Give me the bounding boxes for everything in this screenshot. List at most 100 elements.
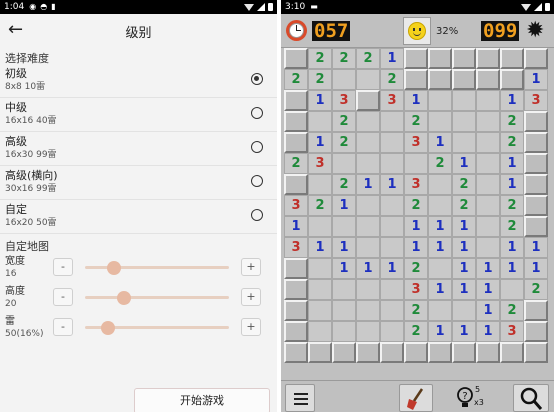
open-cell[interactable]: 1 (452, 153, 476, 174)
open-cell[interactable] (308, 300, 332, 321)
open-cell[interactable]: 2 (500, 111, 524, 132)
open-cell[interactable] (428, 300, 452, 321)
open-cell[interactable] (356, 69, 380, 90)
closed-cell[interactable] (428, 69, 452, 90)
open-cell[interactable]: 2 (500, 300, 524, 321)
open-cell[interactable]: 1 (332, 258, 356, 279)
open-cell[interactable]: 1 (524, 237, 548, 258)
closed-cell[interactable] (524, 216, 548, 237)
decrease-button[interactable]: - (53, 258, 73, 276)
open-cell[interactable] (476, 174, 500, 195)
minefield-grid[interactable]: 2221222113311322212312232112113213212221… (284, 48, 548, 363)
open-cell[interactable] (356, 195, 380, 216)
open-cell[interactable] (332, 300, 356, 321)
open-cell[interactable]: 3 (404, 132, 428, 153)
closed-cell[interactable] (284, 300, 308, 321)
search-button[interactable] (513, 384, 549, 412)
open-cell[interactable]: 2 (452, 174, 476, 195)
slider-thumb[interactable] (106, 261, 121, 275)
open-cell[interactable] (476, 111, 500, 132)
smiley-reset-button[interactable] (403, 17, 431, 45)
radio-button[interactable] (251, 175, 263, 187)
open-cell[interactable]: 1 (524, 258, 548, 279)
open-cell[interactable] (332, 216, 356, 237)
open-cell[interactable]: 2 (308, 48, 332, 69)
open-cell[interactable] (380, 300, 404, 321)
open-cell[interactable]: 1 (356, 174, 380, 195)
open-cell[interactable]: 1 (428, 321, 452, 342)
open-cell[interactable] (356, 111, 380, 132)
open-cell[interactable] (452, 300, 476, 321)
open-cell[interactable] (476, 216, 500, 237)
open-cell[interactable]: 2 (332, 48, 356, 69)
closed-cell[interactable] (404, 69, 428, 90)
closed-cell[interactable] (332, 342, 356, 363)
closed-cell[interactable] (284, 132, 308, 153)
closed-cell[interactable] (500, 48, 524, 69)
open-cell[interactable] (356, 279, 380, 300)
closed-cell[interactable] (476, 69, 500, 90)
open-cell[interactable] (380, 237, 404, 258)
open-cell[interactable] (380, 279, 404, 300)
open-cell[interactable]: 3 (332, 90, 356, 111)
open-cell[interactable] (308, 279, 332, 300)
closed-cell[interactable] (524, 321, 548, 342)
open-cell[interactable]: 1 (380, 258, 404, 279)
closed-cell[interactable] (500, 342, 524, 363)
open-cell[interactable]: 2 (404, 321, 428, 342)
open-cell[interactable]: 1 (500, 174, 524, 195)
difficulty-option[interactable]: 自定 16x20 50雷 (0, 200, 277, 234)
open-cell[interactable] (380, 132, 404, 153)
open-cell[interactable] (452, 111, 476, 132)
radio-button[interactable] (251, 107, 263, 119)
radio-button[interactable] (251, 209, 263, 221)
open-cell[interactable]: 3 (404, 279, 428, 300)
open-cell[interactable] (452, 90, 476, 111)
open-cell[interactable] (308, 321, 332, 342)
closed-cell[interactable] (500, 69, 524, 90)
open-cell[interactable]: 1 (356, 258, 380, 279)
closed-cell[interactable] (284, 48, 308, 69)
open-cell[interactable] (356, 300, 380, 321)
open-cell[interactable] (332, 279, 356, 300)
open-cell[interactable]: 3 (404, 174, 428, 195)
closed-cell[interactable] (284, 279, 308, 300)
open-cell[interactable] (500, 279, 524, 300)
closed-cell[interactable] (524, 48, 548, 69)
open-cell[interactable] (476, 153, 500, 174)
open-cell[interactable]: 2 (308, 195, 332, 216)
open-cell[interactable] (380, 195, 404, 216)
closed-cell[interactable] (404, 342, 428, 363)
open-cell[interactable]: 1 (452, 237, 476, 258)
hint-button[interactable]: ? 5 x3 (453, 384, 487, 412)
slider-thumb[interactable] (116, 291, 131, 305)
open-cell[interactable]: 1 (428, 216, 452, 237)
open-cell[interactable] (356, 321, 380, 342)
open-cell[interactable] (476, 132, 500, 153)
closed-cell[interactable] (524, 195, 548, 216)
closed-cell[interactable] (284, 342, 308, 363)
open-cell[interactable]: 1 (404, 237, 428, 258)
closed-cell[interactable] (476, 342, 500, 363)
open-cell[interactable] (428, 174, 452, 195)
increase-button[interactable]: + (241, 318, 261, 336)
closed-cell[interactable] (380, 342, 404, 363)
open-cell[interactable] (476, 90, 500, 111)
open-cell[interactable] (332, 153, 356, 174)
closed-cell[interactable] (452, 342, 476, 363)
closed-cell[interactable] (284, 111, 308, 132)
open-cell[interactable]: 1 (500, 153, 524, 174)
closed-cell[interactable] (428, 342, 452, 363)
open-cell[interactable] (476, 195, 500, 216)
open-cell[interactable]: 1 (476, 321, 500, 342)
back-arrow-icon[interactable]: ← (8, 20, 23, 40)
open-cell[interactable] (428, 111, 452, 132)
closed-cell[interactable] (524, 111, 548, 132)
difficulty-option[interactable]: 高级(横向) 30x16 99雷 (0, 166, 277, 200)
radio-button[interactable] (251, 141, 263, 153)
closed-cell[interactable] (452, 48, 476, 69)
open-cell[interactable]: 2 (404, 258, 428, 279)
slider-track[interactable] (85, 296, 229, 299)
menu-button[interactable] (285, 384, 315, 412)
open-cell[interactable]: 1 (332, 195, 356, 216)
